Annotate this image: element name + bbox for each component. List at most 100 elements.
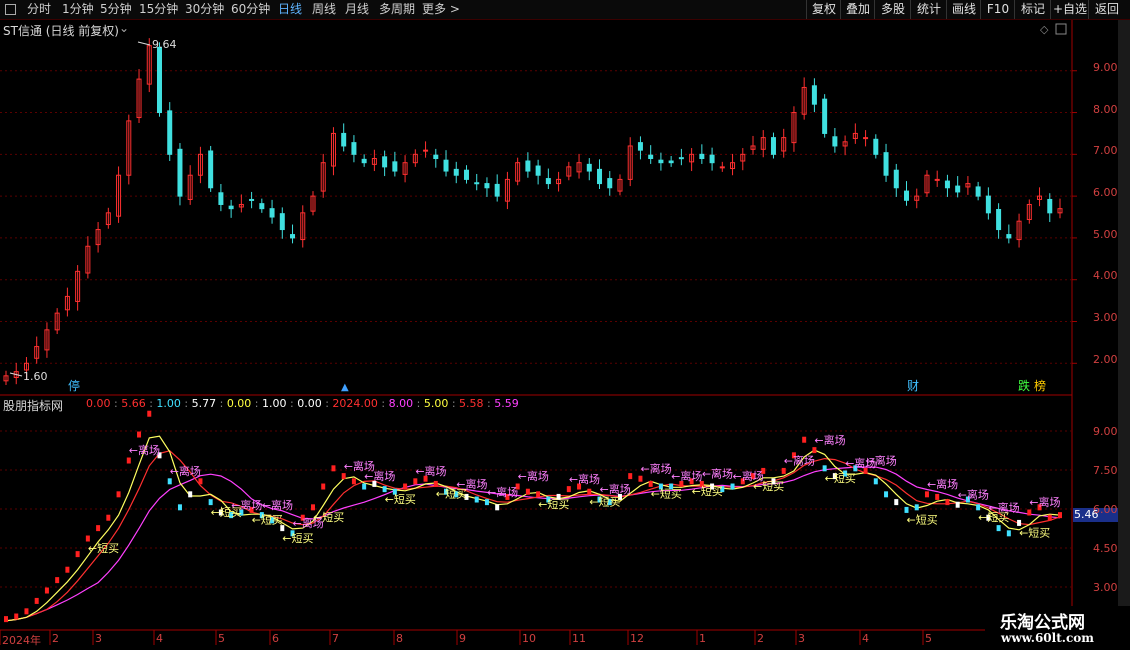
leave-signal-label: ←离场 bbox=[927, 477, 958, 491]
indicator-value: 5.66 bbox=[121, 397, 146, 410]
candle-body bbox=[484, 183, 490, 189]
finance-marker[interactable]: 财 bbox=[907, 379, 919, 393]
side-tab-strip[interactable] bbox=[1118, 20, 1130, 625]
buy-signal-label: ←短买 bbox=[252, 513, 283, 527]
indicator-bar bbox=[34, 597, 39, 604]
candle-body bbox=[699, 153, 705, 160]
indicator-bar bbox=[403, 483, 408, 490]
indicator-bar bbox=[1047, 514, 1052, 521]
value-separator: : bbox=[377, 397, 389, 410]
buy-signal-label: ←短买 bbox=[978, 510, 1009, 524]
buy-signal-label: ←短买 bbox=[589, 494, 620, 508]
indicator-values: 0.00 : 5.66 : 1.00 : 5.77 : 0.00 : 1.00 … bbox=[86, 397, 519, 410]
indicator-bar bbox=[495, 504, 500, 511]
time-axis-label: 12 bbox=[630, 632, 644, 645]
buy-signal-label: ←短买 bbox=[385, 492, 416, 506]
low-price-label: 1.60 bbox=[23, 370, 48, 383]
time-axis-label: 5 bbox=[925, 632, 932, 645]
indicator-value: 0.00 bbox=[226, 397, 252, 410]
candle-body bbox=[463, 169, 469, 180]
list-marker[interactable]: 榜 bbox=[1034, 378, 1046, 393]
indicator-bar bbox=[413, 478, 418, 485]
candle-body bbox=[955, 185, 961, 193]
indicator-bar bbox=[525, 488, 530, 495]
candle-body bbox=[167, 110, 173, 155]
price-tick: 7.00 bbox=[1093, 144, 1118, 157]
triangle-marker-icon[interactable]: ▲ bbox=[341, 382, 349, 393]
indicator-bar bbox=[474, 496, 479, 503]
price-tick: 3.00 bbox=[1093, 311, 1118, 324]
candle-body bbox=[597, 168, 603, 185]
watermark: 乐淘公式网 www.60lt.com bbox=[985, 606, 1130, 650]
candle-body bbox=[658, 159, 664, 164]
buy-signal-label: ←短买 bbox=[538, 497, 569, 511]
price-chart[interactable]: ←离场←离场←离场 ←离场←离场←离场←离场 ←离场←离场←离场←离场 ←离场←离场←… bbox=[0, 0, 1130, 650]
value-separator: : bbox=[110, 397, 122, 410]
value-separator: : bbox=[413, 397, 424, 410]
indicator-bar bbox=[208, 499, 213, 506]
indicator-bar bbox=[341, 473, 346, 480]
candle-body bbox=[290, 234, 296, 239]
indicator-bar bbox=[484, 499, 489, 506]
price-tick: 9.00 bbox=[1093, 61, 1118, 74]
halt-marker[interactable]: 停 bbox=[68, 378, 80, 393]
time-axis-label: 2 bbox=[52, 632, 59, 645]
leave-signal-label: ←离场 bbox=[262, 498, 293, 512]
time-axis-label: 2024年 bbox=[2, 634, 41, 647]
watermark-title: 乐淘公式网 bbox=[1000, 613, 1085, 633]
candle-body bbox=[453, 168, 459, 176]
time-axis-label: 4 bbox=[156, 632, 163, 645]
candle-body bbox=[637, 142, 643, 151]
candle-body bbox=[443, 159, 449, 172]
candle-body bbox=[249, 198, 255, 201]
indicator-tick: 4.50 bbox=[1093, 542, 1118, 555]
candle-body bbox=[668, 160, 674, 164]
leave-signal-label: ←离场 bbox=[170, 464, 201, 478]
indicator-bar bbox=[628, 473, 633, 480]
candle-body bbox=[382, 156, 388, 168]
value-separator: : bbox=[251, 397, 263, 410]
leave-signal-label: ←离场 bbox=[814, 433, 845, 447]
indicator-bar bbox=[433, 480, 438, 487]
buy-signal-label: ←短买 bbox=[436, 487, 467, 501]
candle-body bbox=[770, 137, 776, 155]
candle-body bbox=[279, 213, 285, 231]
indicator-bar bbox=[1006, 530, 1011, 537]
value-separator: : bbox=[321, 397, 333, 410]
leave-signal-label: ←离场 bbox=[518, 469, 549, 483]
leave-signal-label: ←离场 bbox=[364, 469, 395, 483]
main-grid bbox=[0, 70, 1077, 364]
indicator-bar bbox=[4, 616, 8, 623]
indicator-bar bbox=[536, 491, 541, 498]
indicator-bar bbox=[873, 478, 878, 485]
indicator-bar bbox=[362, 483, 367, 490]
indicator-name[interactable]: 股朋指标网 bbox=[3, 397, 63, 414]
value-separator: : bbox=[448, 397, 460, 410]
indicator-bar bbox=[198, 478, 203, 485]
indicator-value: 5.58 bbox=[459, 397, 484, 410]
chevron-down-icon[interactable]: ⌄ bbox=[119, 21, 129, 35]
indicator-bar bbox=[996, 525, 1001, 532]
indicator-bar bbox=[730, 483, 735, 490]
candle-body bbox=[208, 150, 214, 189]
diamond-icon[interactable]: ◇ bbox=[1040, 23, 1049, 36]
leave-signal-label: ←离场 bbox=[415, 464, 446, 478]
leave-signal-label: ←离场 bbox=[569, 472, 600, 486]
candle-body bbox=[985, 195, 991, 214]
indicator-value: 8.00 bbox=[388, 397, 414, 410]
time-axis-label: 6 bbox=[272, 632, 279, 645]
candle-body bbox=[883, 152, 889, 176]
value-separator: : bbox=[216, 397, 227, 410]
candle-body bbox=[474, 182, 480, 185]
panel-max-icon[interactable] bbox=[1055, 23, 1067, 35]
candle-body bbox=[1047, 198, 1053, 214]
indicator-bar bbox=[24, 608, 29, 615]
candlestick-series bbox=[3, 38, 1063, 386]
candle-body bbox=[811, 85, 817, 105]
buy-signal-label: ←短买 bbox=[88, 541, 119, 555]
value-separator: : bbox=[145, 397, 157, 410]
candle-body bbox=[351, 142, 357, 155]
indicator-value: 0.00 bbox=[297, 397, 322, 410]
drop-marker[interactable]: 跌 bbox=[1018, 378, 1030, 393]
candle-body bbox=[535, 165, 541, 176]
